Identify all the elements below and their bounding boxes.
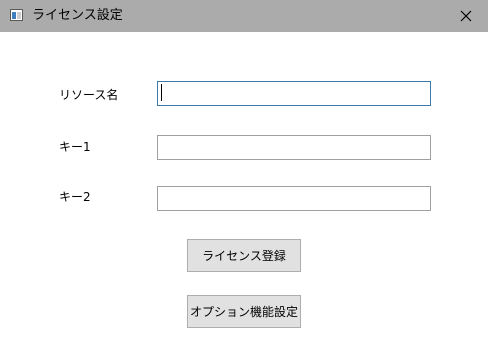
license-settings-window: ライセンス設定 リソース名 キー1 キー2 ライセンス登録 オプション機能設定 (0, 0, 488, 351)
title-bar[interactable]: ライセンス設定 (0, 0, 488, 32)
key1-input[interactable] (157, 135, 431, 160)
key2-label: キー2 (59, 190, 91, 204)
resource-name-input[interactable] (157, 81, 431, 106)
register-license-button[interactable]: ライセンス登録 (187, 239, 301, 272)
key2-input[interactable] (157, 186, 431, 211)
text-caret (161, 84, 162, 101)
key1-label: キー1 (59, 140, 91, 154)
window-title: ライセンス設定 (32, 8, 123, 23)
resource-name-label: リソース名 (59, 88, 119, 102)
close-icon (460, 10, 472, 22)
window-app-icon (10, 9, 23, 21)
close-button[interactable] (444, 0, 488, 32)
option-settings-button[interactable]: オプション機能設定 (187, 295, 301, 328)
